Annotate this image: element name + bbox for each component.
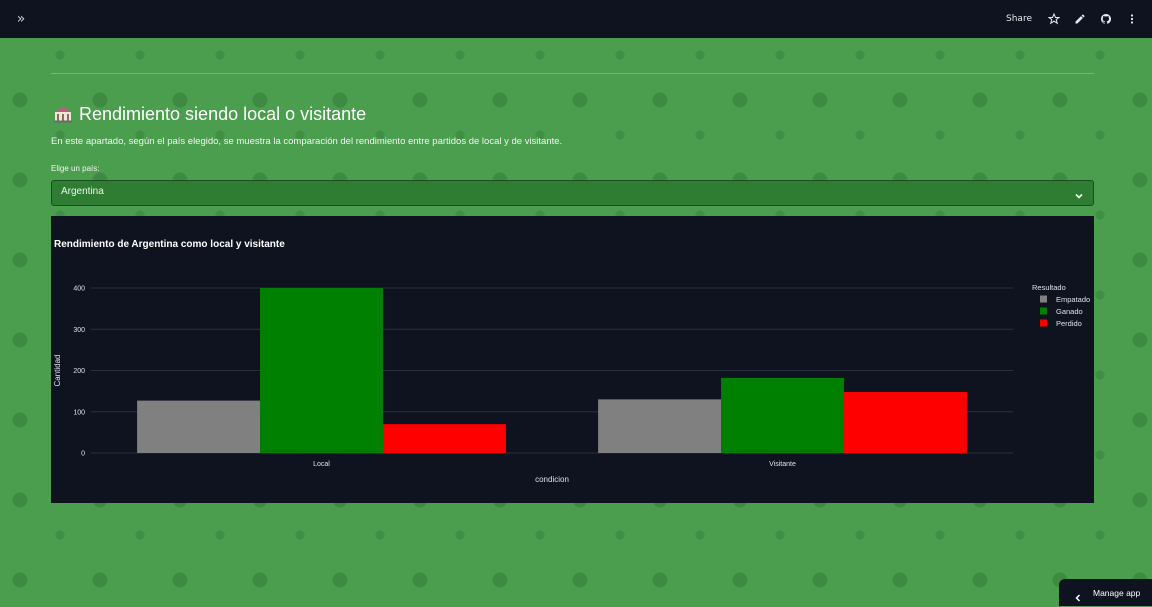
legend-title: Resultado [1032,283,1066,292]
y-tick-label: 200 [73,368,85,375]
y-tick-label: 0 [81,451,85,458]
github-icon[interactable] [1098,11,1114,27]
chevron-down-icon [1073,187,1085,199]
x-tick-label: Visitante [769,461,796,468]
bar-perdido-visitante [843,391,967,453]
manage-app-label: Manage app [1093,587,1141,598]
country-select[interactable]: Argentina [51,180,1094,206]
star-icon[interactable] [1046,11,1062,27]
share-button[interactable]: Share [1006,14,1032,24]
country-select-value: Argentina [61,186,104,197]
header-actions: Share [1006,0,1140,38]
x-axis-label: condicion [535,475,569,484]
divider [51,73,1094,74]
legend-item-empatado: Empatado [1056,295,1090,304]
chevron-left-icon [1073,588,1083,602]
more-vertical-icon[interactable] [1124,11,1140,27]
page-description: En este apartado, según el país elegido,… [51,136,563,147]
bar-ganado-local [260,288,383,453]
bar-chart: Rendimiento de Argentina como local y vi… [53,239,1090,484]
legend-swatch-empatado [1040,295,1047,303]
x-tick-label: Local [313,461,330,468]
y-tick-label: 400 [73,286,85,293]
bar-perdido-local [382,424,506,453]
app-header: » Share [0,0,1152,38]
legend-item-ganado: Ganado [1056,307,1083,316]
bar-empatado-local [137,400,261,453]
manage-app-button[interactable]: Manage app [1059,579,1152,606]
y-axis-label: Cantidad [53,354,62,386]
chart-title: Rendimiento de Argentina como local y vi… [54,239,285,250]
bar-empatado-visitante [598,399,722,453]
legend-swatch-perdido [1040,319,1047,327]
page-title-text: Rendimiento siendo local o visitante [79,103,367,124]
page-title: Rendimiento siendo local o visitante [53,101,366,127]
bar-ganado-visitante [721,377,844,453]
legend-item-perdido: Perdido [1056,319,1082,328]
y-tick-label: 100 [73,409,85,416]
chart-card: Rendimiento de Argentina como local y vi… [51,216,1094,503]
country-select-label: Elige un país: [51,164,100,173]
y-tick-label: 300 [73,327,85,334]
stadium-icon [53,105,73,123]
edit-icon[interactable] [1072,11,1088,27]
legend-swatch-ganado [1040,307,1047,315]
expand-sidebar-icon[interactable]: » [12,10,30,28]
